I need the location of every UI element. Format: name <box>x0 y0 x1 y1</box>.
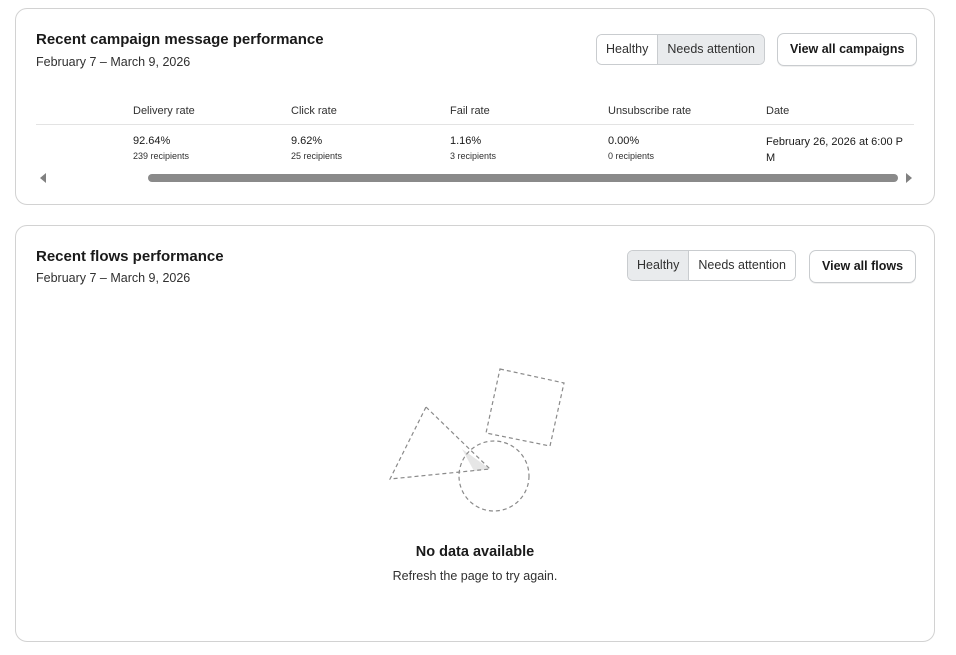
column-header-delivery-rate: Delivery rate <box>133 105 195 117</box>
empty-state-shapes-icon <box>388 368 565 512</box>
flows-card-title: Recent flows performance <box>36 248 224 265</box>
flows-filter-needs-attention[interactable]: Needs attention <box>688 251 795 280</box>
column-header-fail-rate: Fail rate <box>450 105 490 117</box>
column-header-click-rate: Click rate <box>291 105 337 117</box>
view-all-flows-button[interactable]: View all flows <box>809 250 917 283</box>
campaign-card-title: Recent campaign message performance <box>36 31 324 48</box>
empty-state-title: No data available <box>415 544 535 560</box>
flows-date-range: February 7 – March 9, 2026 <box>36 271 191 285</box>
campaign-filter-needs-attention[interactable]: Needs attention <box>657 35 764 64</box>
unsubscribe-rate-value: 0.00% <box>608 135 640 147</box>
delivery-rate-value: 92.64% <box>133 135 171 147</box>
flows-performance-card: Recent flows performance February 7 – Ma… <box>15 225 935 642</box>
scroll-right-arrow-icon[interactable] <box>906 173 912 183</box>
fail-rate-value: 1.16% <box>450 135 482 147</box>
scroll-left-arrow-icon[interactable] <box>40 173 46 183</box>
campaign-date-range: February 7 – March 9, 2026 <box>36 55 191 69</box>
unsubscribe-recipients: 0 recipients <box>608 151 655 161</box>
click-recipients: 25 recipients <box>291 151 343 161</box>
delivery-recipients: 239 recipients <box>133 151 190 161</box>
campaign-performance-card: Recent campaign message performance Febr… <box>15 8 935 205</box>
table-divider <box>36 124 914 125</box>
scrollbar-thumb[interactable] <box>148 174 898 182</box>
click-rate-value: 9.62% <box>291 135 323 147</box>
campaign-filter-healthy[interactable]: Healthy <box>597 35 658 64</box>
campaign-send-date: February 26, 2026 at 6:00 PM <box>766 136 903 164</box>
horizontal-scrollbar[interactable] <box>38 172 914 184</box>
flows-filter-healthy[interactable]: Healthy <box>628 251 689 280</box>
view-all-campaigns-button[interactable]: View all campaigns <box>777 33 918 66</box>
campaign-status-filter: Healthy Needs attention <box>596 34 765 65</box>
column-header-unsubscribe-rate: Unsubscribe rate <box>608 105 692 117</box>
column-header-date: Date <box>766 105 790 117</box>
empty-state-subtitle: Refresh the page to try again. <box>392 569 558 583</box>
fail-recipients: 3 recipients <box>450 151 497 161</box>
flows-status-filter: Healthy Needs attention <box>627 250 796 281</box>
